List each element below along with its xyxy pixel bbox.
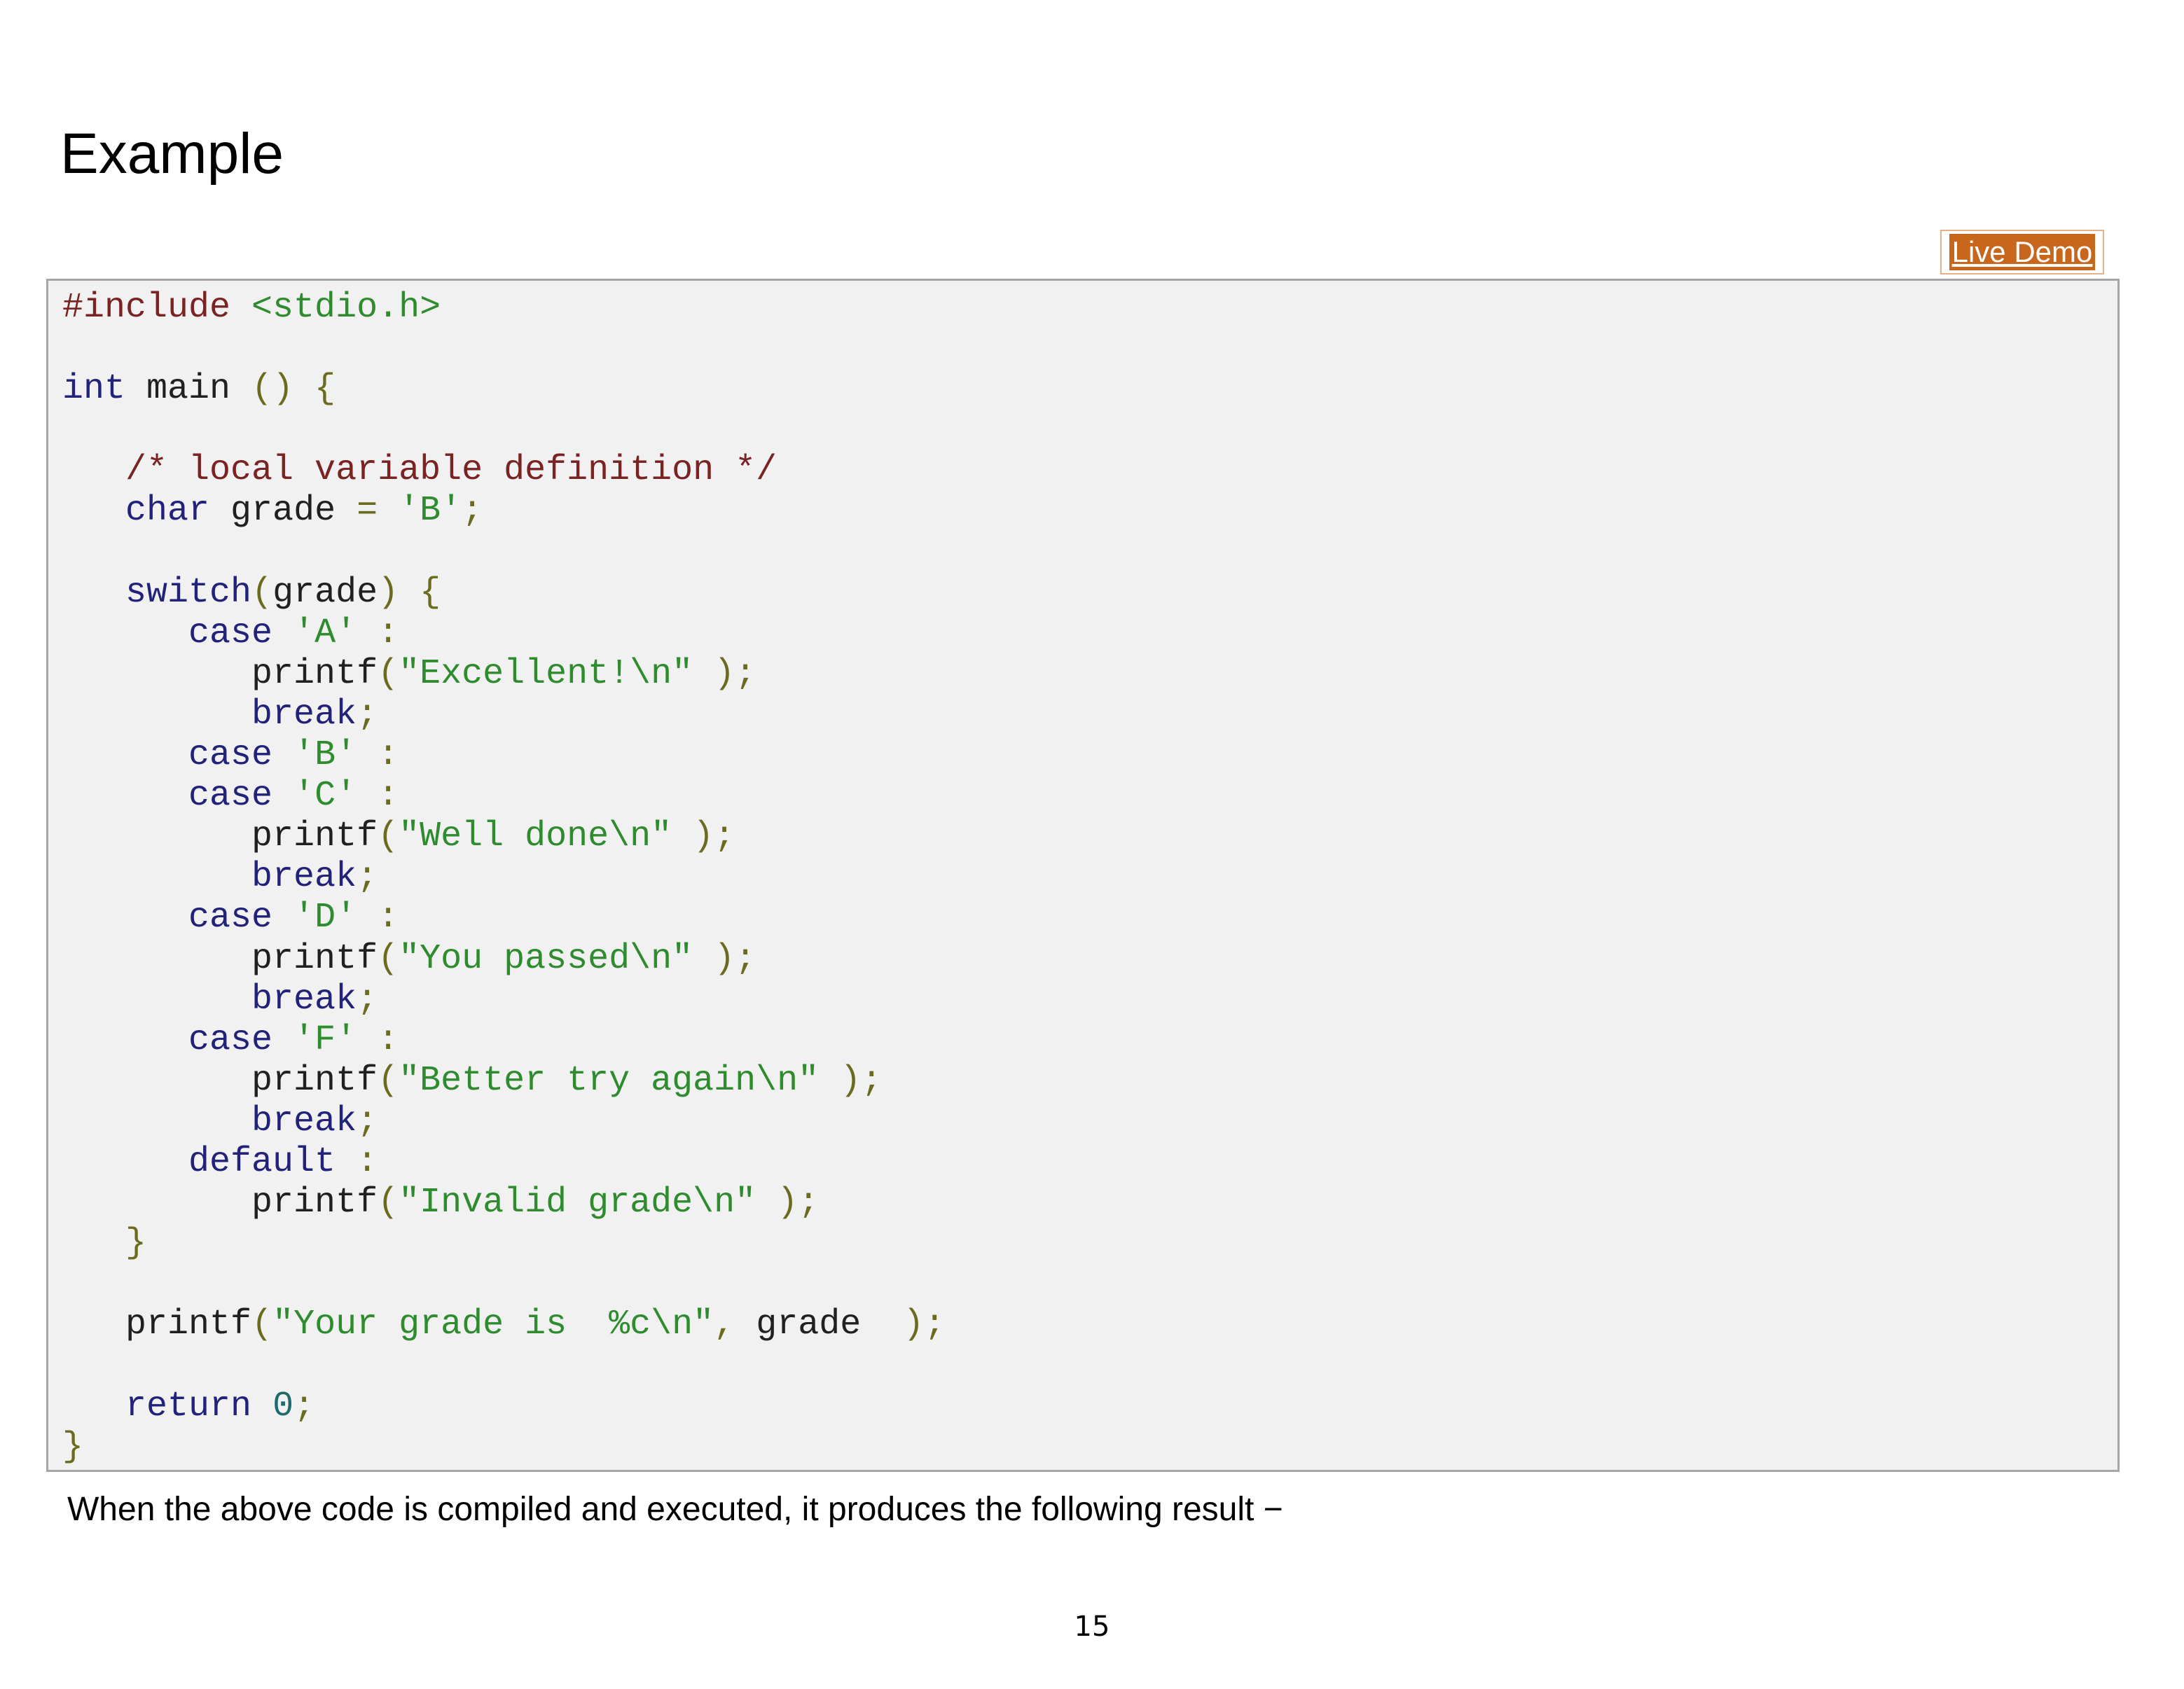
code-token: default (188, 1141, 336, 1182)
code-token: break (251, 1101, 357, 1141)
code-token: , (714, 1305, 735, 1345)
code-token: printf (251, 1060, 378, 1101)
code-token: case (188, 776, 273, 816)
code-token: break (251, 857, 357, 898)
code-token: 'A' (293, 613, 357, 653)
code-token: : (357, 613, 399, 653)
code-token: 0 (272, 1386, 294, 1426)
code-token: printf (125, 1305, 252, 1345)
code-token: ; (293, 1386, 315, 1426)
code-token: printf (251, 816, 378, 857)
code-token: : (357, 1020, 399, 1060)
code-token: case (188, 1020, 273, 1060)
code-token: 'B' (399, 491, 462, 531)
code-token: case (188, 613, 273, 653)
page-number: 15 (1074, 1611, 1110, 1643)
live-demo-button[interactable]: Live Demo (1940, 230, 2104, 274)
code-token: grade (272, 572, 378, 613)
code-token: char (125, 491, 210, 531)
code-token: ( (378, 653, 399, 694)
code-token: printf (251, 1183, 378, 1223)
code-token: ; (462, 491, 483, 531)
code-token: case (188, 898, 273, 938)
code-token: return (125, 1386, 252, 1426)
code-token: <stdio.h> (251, 288, 441, 328)
live-demo-label[interactable]: Live Demo (1949, 234, 2096, 270)
code-token: ); (882, 1305, 946, 1345)
code-token: grade (209, 491, 357, 531)
code-token: main (125, 369, 252, 410)
code-token: ; (357, 979, 378, 1020)
code-token: ( (378, 1183, 399, 1223)
code-token: "Invalid grade\n" (399, 1183, 756, 1223)
code-token: ; (357, 857, 378, 898)
code-token: "You passed\n" (399, 938, 693, 979)
code-token: : (357, 776, 399, 816)
code-token: "Excellent!\n" (399, 653, 693, 694)
code-token: ); (693, 653, 756, 694)
code-token: ); (819, 1060, 883, 1101)
code-token: } (125, 1223, 147, 1264)
code-token: break (251, 694, 357, 735)
code-token: "Better try again\n" (399, 1060, 820, 1101)
code-token: ( (378, 938, 399, 979)
code-comment: /* local variable definition */ (125, 450, 777, 491)
code-token: "Your grade is %c\n" (272, 1305, 714, 1345)
code-token: ( (251, 1305, 273, 1345)
code-token: 'D' (293, 898, 357, 938)
code-token: ) { (378, 572, 441, 613)
code-token: ); (672, 816, 735, 857)
code-token: ; (357, 694, 378, 735)
code-token: } (62, 1426, 84, 1467)
code-token: 'F' (293, 1020, 357, 1060)
code-token: : (336, 1141, 378, 1182)
code-token: ( (378, 1060, 399, 1101)
code-token: case (188, 735, 273, 776)
code-token: ); (693, 938, 756, 979)
code-token: 'B' (293, 735, 357, 776)
section-heading: Example (60, 122, 284, 186)
code-token: int (62, 369, 126, 410)
code-token: printf (251, 653, 378, 694)
code-token: : (357, 898, 399, 938)
code-token: printf (251, 938, 378, 979)
result-description: When the above code is compiled and exec… (67, 1491, 1283, 1528)
code-token: "Well done\n" (399, 816, 672, 857)
code-token: : (357, 735, 399, 776)
code-token: grade (735, 1305, 883, 1345)
code-token: 'C' (293, 776, 357, 816)
code-token: () { (251, 369, 336, 410)
code-token: ( (251, 572, 273, 613)
code-token: = (357, 491, 378, 531)
code-text: #include <stdio.h> int main () { /* loca… (62, 288, 945, 1468)
code-token: ( (378, 816, 399, 857)
code-token: break (251, 979, 357, 1020)
code-token: ; (357, 1101, 378, 1141)
code-block: #include <stdio.h> int main () { /* loca… (46, 279, 2120, 1472)
code-token: ); (756, 1183, 820, 1223)
code-token: switch (125, 572, 252, 613)
code-token: #include (62, 288, 252, 328)
